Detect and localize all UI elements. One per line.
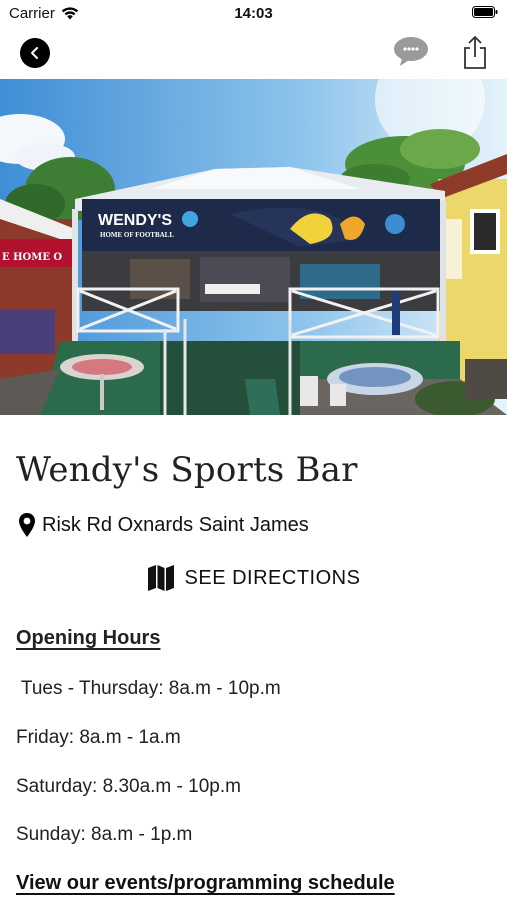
address-text: Risk Rd Oxnards Saint James (42, 513, 309, 536)
battery-icon (472, 6, 498, 18)
venue-photo: E HOME O WENDY'S HOME OF FOOTBALL (0, 79, 507, 415)
side-banner-text: E HOME O (2, 252, 62, 263)
venue-title: Wendy's Sports Bar (16, 450, 358, 490)
events-schedule-link[interactable]: View our events/programming schedule (16, 872, 395, 895)
see-directions-button[interactable]: SEE DIRECTIONS (0, 564, 507, 592)
nav-bar (0, 28, 507, 78)
status-bar: Carrier 14:03 (0, 0, 507, 28)
address-row: Risk Rd Oxnards Saint James (18, 512, 309, 538)
sign-subtitle: HOME OF FOOTBALL (100, 231, 174, 239)
see-directions-label: SEE DIRECTIONS (184, 566, 361, 589)
map-pin-icon (19, 513, 35, 537)
share-icon[interactable] (461, 34, 489, 70)
chat-bubble-icon[interactable] (393, 36, 429, 68)
hours-line-tues-thursday: Tues - Thursday: 8a.m - 10p.m (16, 678, 281, 699)
map-icon (147, 565, 174, 591)
hours-line-saturday: Saturday: 8.30a.m - 10p.m (16, 776, 241, 797)
hours-line-friday: Friday: 8a.m - 1a.m (16, 727, 181, 748)
hours-line-sunday: Sunday: 8a.m - 1p.m (16, 824, 193, 845)
opening-hours-heading: Opening Hours (16, 627, 161, 649)
status-time: 14:03 (234, 5, 273, 22)
chevron-left-icon (31, 47, 38, 59)
back-button[interactable] (20, 38, 50, 68)
sign-title: WENDY'S (98, 212, 172, 229)
